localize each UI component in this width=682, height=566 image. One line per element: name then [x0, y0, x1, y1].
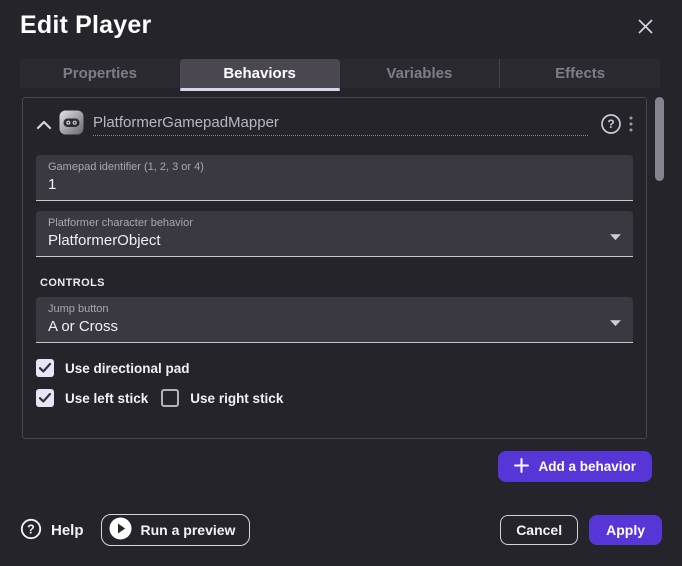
gamepad-identifier-field[interactable]: Gamepad identifier (1, 2, 3 or 4) 1 [36, 155, 633, 201]
gamepad-identifier-value: 1 [48, 176, 621, 193]
close-button[interactable] [630, 13, 660, 43]
tab-behaviors[interactable]: Behaviors [180, 59, 340, 88]
use-left-stick-checkbox[interactable] [36, 389, 54, 407]
use-right-stick-checkbox[interactable] [161, 389, 179, 407]
gamepad-identifier-label: Gamepad identifier (1, 2, 3 or 4) [48, 161, 621, 173]
use-directional-pad-label: Use directional pad [65, 361, 190, 376]
add-behavior-button[interactable]: Add a behavior [498, 451, 652, 482]
run-preview-button[interactable]: Run a preview [101, 514, 251, 546]
dialog-footer: ? Help Run a preview Cancel Apply [20, 514, 662, 546]
tab-effects[interactable]: Effects [499, 59, 660, 88]
run-preview-label: Run a preview [141, 522, 236, 538]
dropdown-arrow-icon [610, 227, 621, 245]
kebab-menu-icon [629, 116, 633, 135]
jump-button-label: Jump button [48, 303, 621, 315]
checkmark-icon [39, 361, 51, 376]
checkbox-row-directional-pad: Use directional pad [36, 359, 633, 377]
behavior-accordion-header: PlatformerGamepadMapper ? [36, 111, 633, 139]
tab-bar: Properties Behaviors Variables Effects [20, 59, 660, 88]
svg-text:?: ? [27, 522, 35, 536]
apply-button[interactable]: Apply [589, 515, 662, 545]
tab-properties[interactable]: Properties [20, 59, 180, 88]
svg-text:?: ? [607, 117, 614, 131]
checkbox-row-sticks: Use left stick Use right stick [36, 389, 633, 407]
page-title: Edit Player [20, 11, 151, 40]
behavior-name-field[interactable]: PlatformerGamepadMapper [93, 114, 588, 136]
cancel-button[interactable]: Cancel [500, 515, 578, 545]
help-circle-icon: ? [600, 113, 622, 138]
chevron-up-icon [36, 118, 52, 133]
collapse-behavior-button[interactable] [36, 118, 52, 133]
behaviors-list-panel: PlatformerGamepadMapper ? Gamepad ide [22, 97, 647, 439]
platformer-behavior-select[interactable]: Platformer character behavior Platformer… [36, 211, 633, 257]
behavior-help-button[interactable]: ? [600, 113, 622, 138]
tab-variables[interactable]: Variables [340, 59, 500, 88]
behavior-menu-button[interactable] [629, 116, 633, 135]
checkmark-icon [39, 391, 51, 406]
play-circle-icon [109, 517, 132, 543]
close-icon [636, 17, 655, 39]
dropdown-arrow-icon [610, 313, 621, 331]
plus-icon [514, 458, 529, 476]
gamepad-behavior-icon [59, 110, 84, 140]
edit-player-dialog: Edit Player Properties Behaviors Variabl… [0, 0, 682, 566]
use-directional-pad-checkbox[interactable] [36, 359, 54, 377]
use-right-stick-label: Use right stick [190, 391, 283, 406]
jump-button-select[interactable]: Jump button A or Cross [36, 297, 633, 343]
question-circle-icon: ? [20, 518, 42, 543]
platformer-behavior-value: PlatformerObject [48, 232, 621, 249]
add-behavior-label: Add a behavior [538, 459, 636, 474]
jump-button-value: A or Cross [48, 318, 621, 335]
help-button[interactable]: ? Help [20, 518, 84, 543]
platformer-behavior-label: Platformer character behavior [48, 217, 621, 229]
vertical-scrollbar[interactable] [655, 97, 664, 181]
use-left-stick-label: Use left stick [65, 391, 148, 406]
help-label: Help [51, 522, 84, 539]
controls-section-label: CONTROLS [40, 277, 633, 289]
